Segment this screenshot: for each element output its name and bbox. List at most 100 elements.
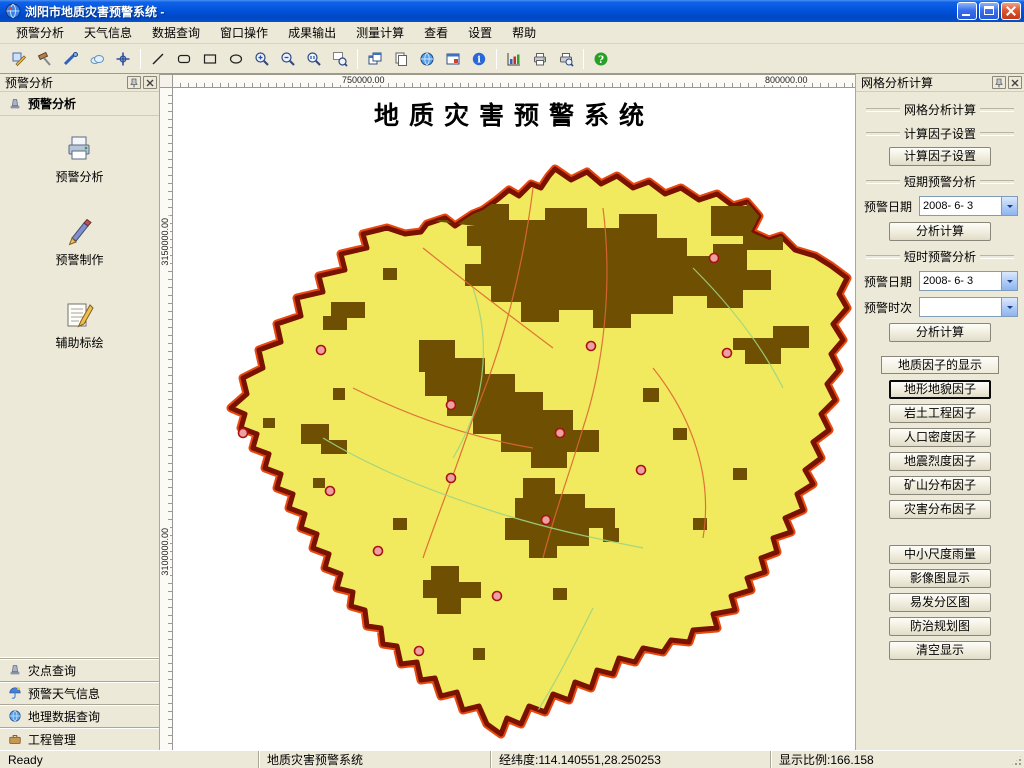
- short-time-date-picker[interactable]: 2008- 6- 3: [919, 271, 1018, 291]
- status-bar: Ready 地质灾害预警系统 经纬度:114.140551,28.250253 …: [0, 750, 1024, 768]
- group-project-management[interactable]: 工程管理: [0, 727, 159, 750]
- globe-icon[interactable]: [415, 47, 439, 71]
- telescope-icon[interactable]: [59, 47, 83, 71]
- briefcase-icon: [8, 732, 22, 746]
- status-ready: Ready: [0, 751, 258, 768]
- factor-disaster-button[interactable]: 灾害分布因子: [889, 500, 991, 519]
- menu-data-query[interactable]: 数据查询: [142, 21, 210, 44]
- pan-crosshair-icon[interactable]: [111, 47, 135, 71]
- left-group-header[interactable]: 预警分析: [0, 92, 159, 116]
- nav-item-label: 预警制作: [55, 251, 103, 268]
- short-term-date-picker[interactable]: 2008- 6- 3: [919, 196, 1018, 216]
- short-time-times-select[interactable]: [919, 297, 1018, 317]
- factor-population-button[interactable]: 人口密度因子: [889, 428, 991, 447]
- left-panel: 预警分析 预警分析 预警分析: [0, 74, 160, 750]
- menu-settings[interactable]: 设置: [458, 21, 502, 44]
- prevention-plan-button[interactable]: 防治规划图: [889, 617, 991, 636]
- dropdown-arrow-icon[interactable]: [1001, 197, 1017, 215]
- print-icon[interactable]: [528, 47, 552, 71]
- ruler-left-label: 3100000.00: [160, 526, 170, 578]
- ellipse-tool-icon[interactable]: [224, 47, 248, 71]
- map-window-icon[interactable]: [441, 47, 465, 71]
- factor-terrain-button[interactable]: 地形地貌因子: [889, 380, 991, 399]
- rect-tool-icon[interactable]: [198, 47, 222, 71]
- status-coordinates: 经纬度:114.140551,28.250253: [490, 751, 770, 768]
- printer-icon: [63, 132, 95, 164]
- factor-mine-button[interactable]: 矿山分布因子: [889, 476, 991, 495]
- maximize-button[interactable]: [979, 2, 999, 20]
- short-time-calc-button[interactable]: 分析计算: [889, 323, 991, 342]
- left-panel-caption: 预警分析: [0, 74, 159, 92]
- pin-icon[interactable]: [127, 76, 141, 89]
- short-term-calc-button[interactable]: 分析计算: [889, 222, 991, 241]
- right-panel-title: 网格分析计算: [861, 74, 990, 91]
- close-panel-icon[interactable]: [1008, 76, 1022, 89]
- nav-item-label: 预警分析: [55, 168, 103, 185]
- svg-text:?: ?: [598, 55, 604, 66]
- section-header-short-time: 短时预警分析: [862, 248, 1018, 265]
- nav-item-warning-analysis[interactable]: 预警分析: [55, 132, 103, 185]
- toolbar-separator: [583, 49, 584, 69]
- group-geo-data-query[interactable]: 地理数据查询: [0, 704, 159, 727]
- factor-seismic-button[interactable]: 地震烈度因子: [889, 452, 991, 471]
- app-icon: [5, 3, 21, 19]
- group-warning-weather-info[interactable]: 预警天气信息: [0, 681, 159, 704]
- nav-item-label: 辅助标绘: [55, 334, 103, 351]
- short-time-times-label: 预警时次: [864, 299, 914, 316]
- print-preview-icon[interactable]: [554, 47, 578, 71]
- menu-weather-info[interactable]: 天气信息: [74, 21, 142, 44]
- dropdown-arrow-icon[interactable]: [1001, 272, 1017, 290]
- close-panel-icon[interactable]: [143, 76, 157, 89]
- line-tool-icon[interactable]: [146, 47, 170, 71]
- section-header-short-term: 短期预警分析: [862, 173, 1018, 190]
- menu-result-output[interactable]: 成果输出: [278, 21, 346, 44]
- build-tool-icon[interactable]: [33, 47, 57, 71]
- nav-item-aux-drawing[interactable]: 辅助标绘: [55, 298, 103, 351]
- factor-geotech-button[interactable]: 岩土工程因子: [889, 404, 991, 423]
- hand-pen-icon: [63, 215, 95, 247]
- ruler-left-label: 3150000.00: [160, 216, 170, 268]
- zoom-actual-icon[interactable]: [302, 47, 326, 71]
- pin-icon[interactable]: [992, 76, 1006, 89]
- nav-item-warning-making[interactable]: 预警制作: [55, 215, 103, 268]
- info-icon[interactable]: i: [467, 47, 491, 71]
- map-canvas[interactable]: 地质灾害预警系统: [173, 88, 855, 750]
- clear-display-button[interactable]: 清空显示: [889, 641, 991, 660]
- close-button[interactable]: [1001, 2, 1021, 20]
- menu-measure-calc[interactable]: 测量计算: [346, 21, 414, 44]
- imagery-display-button[interactable]: 影像图显示: [889, 569, 991, 588]
- edit-select-icon[interactable]: [7, 47, 31, 71]
- zoom-extent-icon[interactable]: [328, 47, 352, 71]
- map-graphic: [173, 88, 855, 750]
- menu-warning-analysis[interactable]: 预警分析: [6, 21, 74, 44]
- factor-setup-button[interactable]: 计算因子设置: [889, 147, 991, 166]
- copy-page-icon[interactable]: [389, 47, 413, 71]
- menu-bar: 预警分析 天气信息 数据查询 窗口操作 成果输出 测量计算 查看 设置 帮助: [0, 22, 1024, 44]
- zoom-in-icon[interactable]: [250, 47, 274, 71]
- toolbar-separator: [140, 49, 141, 69]
- zoom-out-icon[interactable]: [276, 47, 300, 71]
- cloud-icon[interactable]: [85, 47, 109, 71]
- cascade-windows-icon[interactable]: [363, 47, 387, 71]
- short-time-times-value: [920, 298, 1001, 316]
- left-panel-title: 预警分析: [5, 74, 125, 91]
- toolbar-separator: [357, 49, 358, 69]
- susceptibility-map-button[interactable]: 易发分区图: [889, 593, 991, 612]
- ruler-top-label: 800000.00: [763, 75, 810, 85]
- help-icon[interactable]: ?: [589, 47, 613, 71]
- rounded-rect-tool-icon[interactable]: [172, 47, 196, 71]
- weather-icon: [8, 686, 22, 700]
- minimize-button[interactable]: [957, 2, 977, 20]
- chart-icon[interactable]: [502, 47, 526, 71]
- toolbar-separator: [496, 49, 497, 69]
- status-scale: 显示比例:166.158: [770, 751, 1024, 768]
- right-panel: 网格分析计算 网格分析计算 计算因子设置 计算因子设置 短期预警分析 预警日期 …: [855, 74, 1024, 750]
- menu-view[interactable]: 查看: [414, 21, 458, 44]
- group-disaster-point-query[interactable]: 灾点查询: [0, 658, 159, 681]
- menu-window-ops[interactable]: 窗口操作: [210, 21, 278, 44]
- mesoscale-rain-button[interactable]: 中小尺度雨量: [889, 545, 991, 564]
- group-label: 预警天气信息: [28, 685, 100, 702]
- menu-help[interactable]: 帮助: [502, 21, 546, 44]
- short-term-date-label: 预警日期: [864, 198, 914, 215]
- dropdown-arrow-icon[interactable]: [1001, 298, 1017, 316]
